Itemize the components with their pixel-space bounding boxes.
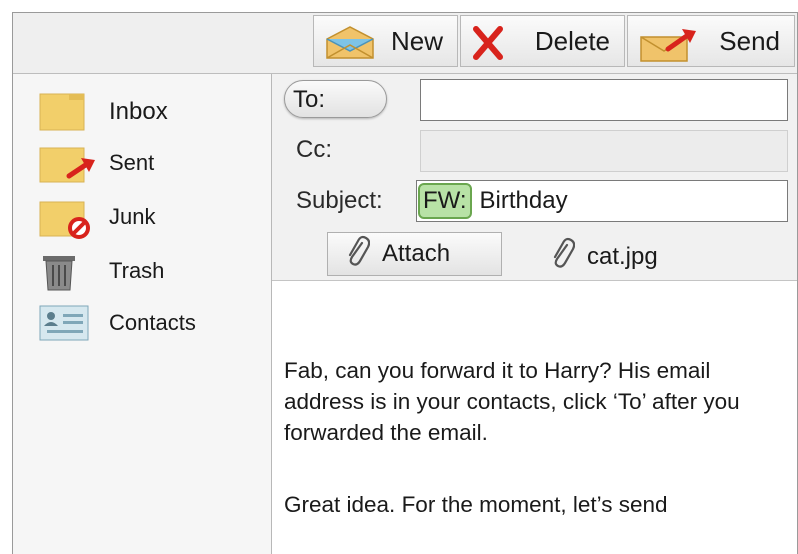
- email-client-window: New Delete Send Inbox Sent Junk Trash Co…: [12, 12, 798, 554]
- paperclip-icon: [344, 235, 371, 274]
- sidebar-item-label: Contacts: [109, 310, 196, 335]
- new-button[interactable]: New: [313, 15, 458, 67]
- attachment-item[interactable]: cat.jpg: [549, 237, 658, 276]
- to-button[interactable]: To:: [284, 80, 387, 118]
- contacts-card-icon: [39, 304, 89, 347]
- subject-label: Subject:: [296, 187, 383, 214]
- attachment-filename: cat.jpg: [587, 242, 658, 270]
- sidebar-item-sent[interactable]: Sent: [13, 142, 271, 190]
- paperclip-icon: [549, 237, 576, 276]
- send-button-label: Send: [719, 25, 780, 56]
- new-button-label: New: [390, 25, 443, 56]
- folder-sent-icon: [39, 144, 97, 189]
- envelope-open-icon: [324, 25, 376, 68]
- toolbar: New Delete Send: [13, 13, 797, 74]
- subject-field[interactable]: FW: Birthday: [416, 180, 788, 222]
- folder-icon: [39, 92, 85, 137]
- sidebar-item-inbox[interactable]: Inbox: [13, 88, 271, 136]
- message-paragraph: Great idea. For the moment, let’s send: [284, 492, 668, 517]
- to-field[interactable]: [420, 79, 788, 121]
- red-x-icon: [471, 25, 505, 68]
- attach-button-label: Attach: [382, 240, 451, 267]
- cc-field[interactable]: [420, 130, 788, 172]
- attach-button[interactable]: Attach: [327, 232, 502, 276]
- subject-text: Birthday: [479, 187, 568, 214]
- message-body[interactable]: Fab, can you forward it to Harry? His em…: [272, 281, 797, 554]
- sidebar-item-label: Trash: [109, 258, 165, 283]
- delete-button[interactable]: Delete: [460, 15, 625, 67]
- folder-sidebar: Inbox Sent Junk Trash Contacts: [13, 74, 272, 554]
- delete-button-label: Delete: [534, 25, 610, 56]
- envelope-send-icon: [638, 25, 700, 70]
- sidebar-item-label: Sent: [109, 150, 155, 175]
- send-button[interactable]: Send: [627, 15, 795, 67]
- sidebar-item-trash[interactable]: Trash: [13, 250, 271, 298]
- compose-header: To: Cc: Subject: FW: Birthday Attach cat…: [272, 74, 797, 281]
- sidebar-item-contacts[interactable]: Contacts: [13, 304, 271, 352]
- trash-icon: [39, 250, 79, 297]
- fw-highlight: FW:: [418, 183, 472, 219]
- cc-label: Cc:: [296, 136, 332, 163]
- sidebar-item-label: Junk: [109, 204, 156, 229]
- sidebar-item-junk[interactable]: Junk: [13, 196, 271, 244]
- folder-junk-icon: [39, 198, 93, 245]
- message-paragraph: Fab, can you forward it to Harry? His em…: [284, 358, 740, 445]
- sidebar-item-label: Inbox: [109, 98, 168, 125]
